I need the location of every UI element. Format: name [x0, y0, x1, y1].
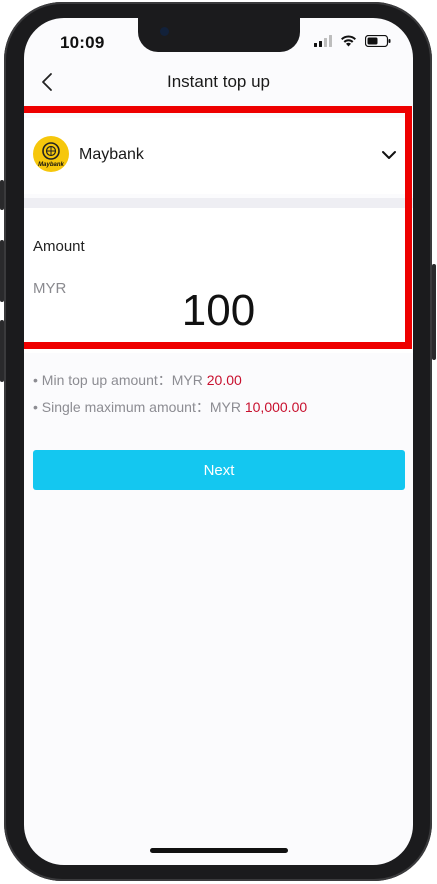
signal-icon — [314, 35, 332, 47]
home-indicator — [150, 848, 288, 853]
volume-down-button — [0, 320, 4, 382]
next-button[interactable]: Next — [33, 450, 405, 490]
mute-switch — [0, 180, 4, 210]
status-time: 10:09 — [60, 33, 105, 52]
max-amount-label: • Single maximum amount：MYR — [33, 399, 245, 415]
battery-icon — [365, 35, 391, 47]
volume-up-button — [0, 240, 4, 302]
highlight-box — [24, 106, 412, 349]
min-amount-note: • Min top up amount：MYR 20.00 — [33, 370, 242, 390]
page-title: Instant top up — [166, 72, 271, 91]
status-bar: 10:09 — [24, 18, 413, 62]
max-amount-value: 10,000.00 — [244, 399, 308, 415]
wifi-icon — [341, 35, 356, 47]
status-icons — [314, 35, 391, 47]
min-amount-value: 20.00 — [206, 372, 242, 388]
max-amount-note: • Single maximum amount：MYR 10,000.00 — [33, 397, 307, 417]
phone-screen: 10:09 Instant top up Maybank Maybank Amo… — [24, 18, 413, 865]
power-button — [432, 264, 436, 360]
min-amount-label: • Min top up amount：MYR — [33, 372, 207, 388]
nav-bar: Instant top up — [24, 64, 413, 104]
